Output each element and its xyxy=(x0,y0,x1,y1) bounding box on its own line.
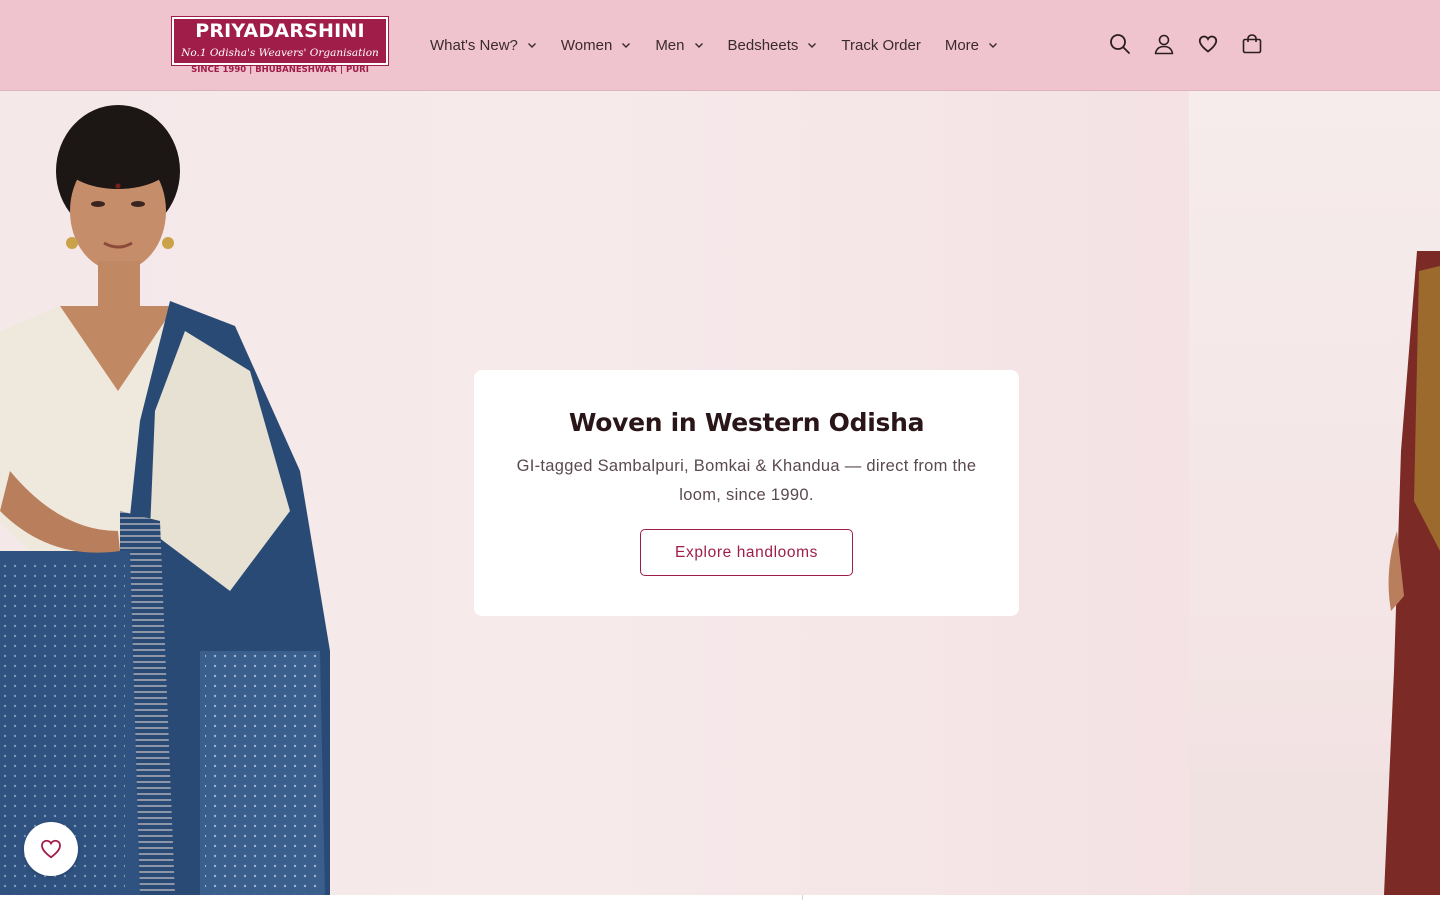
logo-wordmark: PRIYADARSHINI xyxy=(195,20,365,42)
brand-logo[interactable]: PRIYADARSHINI No.1 Odisha's Weavers' Org… xyxy=(171,16,389,75)
nav-label: Bedsheets xyxy=(727,36,799,54)
hero-description: GI-tagged Sambalpuri, Bomkai & Khandua —… xyxy=(516,457,977,504)
second-model-image xyxy=(1384,251,1440,895)
heart-icon xyxy=(41,839,61,859)
wishlist-heart-icon xyxy=(1198,35,1218,53)
main-nav: What's New? Women Men Bedsheets Track Or… xyxy=(418,0,1010,90)
chevron-down-icon xyxy=(622,43,631,48)
logo-since-line: SINCE 1990 | BHUBANESHWAR | PURI xyxy=(191,65,369,75)
nav-label: Men xyxy=(655,36,685,54)
wishlist-button[interactable] xyxy=(1186,22,1230,66)
nav-item-more[interactable]: More xyxy=(933,25,1010,65)
nav-label: What's New? xyxy=(430,36,518,54)
hero-title: Woven in Western Odisha xyxy=(568,408,925,437)
account-button[interactable] xyxy=(1142,22,1186,66)
cart-bag-icon xyxy=(1242,34,1262,54)
nav-item-bedsheets[interactable]: Bedsheets xyxy=(716,25,830,65)
nav-item-men[interactable]: Men xyxy=(643,25,715,65)
divider xyxy=(802,895,803,900)
cart-button[interactable] xyxy=(1230,22,1274,66)
search-button[interactable] xyxy=(1098,22,1142,66)
nav-item-track-order[interactable]: Track Order xyxy=(829,25,932,65)
hero-card: Woven in Western Odisha GI-tagged Sambal… xyxy=(474,370,1019,616)
header-actions xyxy=(1098,22,1274,66)
explore-handlooms-button[interactable]: Explore handlooms xyxy=(640,529,853,576)
logo-badge: PRIYADARSHINI No.1 Odisha's Weavers' Org… xyxy=(171,16,389,66)
chevron-down-icon xyxy=(808,43,817,48)
nav-label: More xyxy=(944,36,980,54)
nav-label: Track Order xyxy=(841,36,921,54)
logo-tagline: No.1 Odisha's Weavers' Organisation xyxy=(181,47,379,59)
chevron-down-icon xyxy=(527,43,536,48)
chevron-down-icon xyxy=(989,43,998,48)
nav-item-whats-new[interactable]: What's New? xyxy=(418,25,549,65)
saree-model-image xyxy=(0,105,330,895)
chevron-down-icon xyxy=(694,43,703,48)
nav-item-women[interactable]: Women xyxy=(549,25,643,65)
floating-wishlist-button[interactable] xyxy=(24,822,78,876)
site-header: PRIYADARSHINI No.1 Odisha's Weavers' Org… xyxy=(0,0,1440,91)
nav-label: Women xyxy=(560,36,613,54)
account-icon xyxy=(1154,34,1174,55)
next-section-edge xyxy=(0,895,1440,900)
search-icon xyxy=(1110,34,1130,54)
hero-next-slide xyxy=(1189,91,1440,895)
